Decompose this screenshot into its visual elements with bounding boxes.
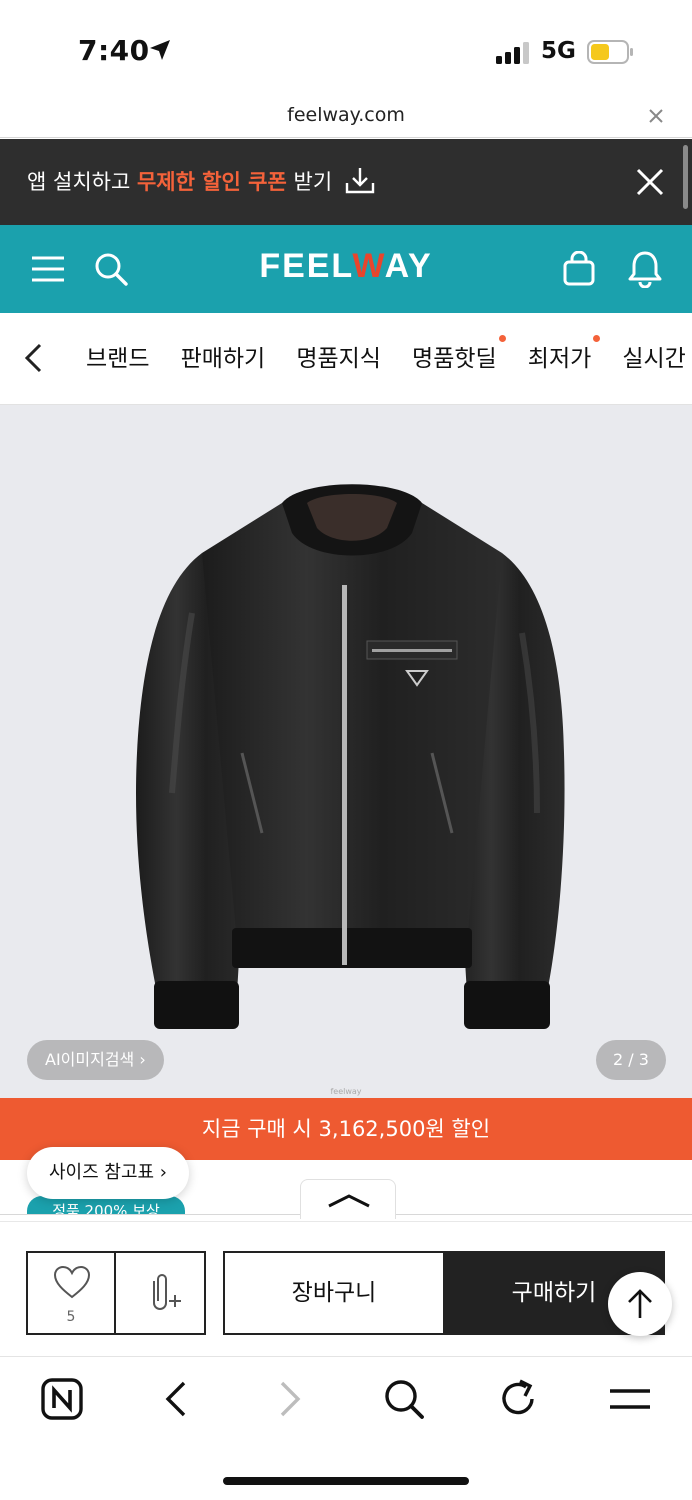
cart-button[interactable]: 장바구니 <box>223 1251 445 1335</box>
download-icon[interactable] <box>344 166 376 196</box>
chevron-right-icon[interactable] <box>268 1377 312 1421</box>
purchase-bar: 5 장바구니 구매하기 <box>0 1214 692 1356</box>
product-photo[interactable] <box>132 473 572 1037</box>
status-time: 7:40 <box>78 34 150 67</box>
banner-text-before: 앱 설치하고 <box>27 170 137 194</box>
scrollbar[interactable] <box>683 145 688 209</box>
url-domain[interactable]: feelway.com <box>0 104 692 126</box>
nav-item-label: 명품핫딜 <box>412 346 497 372</box>
like-button[interactable]: 5 <box>26 1251 116 1335</box>
site-header: FEELWAY <box>0 225 692 313</box>
logo-part: AY <box>384 247 433 285</box>
location-arrow-icon <box>150 40 170 60</box>
logo-w: W <box>352 247 385 285</box>
chevron-up-icon <box>328 1194 370 1208</box>
nav-item-label: 최저가 <box>527 346 592 372</box>
category-nav: 브랜드 판매하기 명품지식 명품핫딜 최저가 실시간 <box>0 313 692 405</box>
paperclip-icon <box>153 1274 181 1310</box>
chevron-left-icon[interactable] <box>22 342 44 374</box>
chevron-left-icon[interactable] <box>154 1377 198 1421</box>
like-count: 5 <box>66 1309 76 1325</box>
banner-text[interactable]: 앱 설치하고 무제한 할인 쿠폰 받기 <box>27 166 332 196</box>
heart-icon <box>53 1265 91 1299</box>
nav-item-lowest[interactable]: 최저가 <box>527 313 601 404</box>
scroll-to-top-button[interactable] <box>608 1272 672 1336</box>
nav-item-hotdeal[interactable]: 명품핫딜 <box>412 313 506 404</box>
nav-item-knowledge[interactable]: 명품지식 <box>296 313 381 404</box>
search-icon[interactable] <box>382 1377 426 1421</box>
home-indicator[interactable] <box>223 1477 469 1485</box>
refresh-icon[interactable] <box>496 1377 540 1421</box>
nav-item-brand[interactable]: 브랜드 <box>86 313 149 404</box>
app-install-banner[interactable]: 앱 설치하고 무제한 할인 쿠폰 받기 <box>0 139 692 225</box>
nav-item-sell[interactable]: 판매하기 <box>181 313 266 404</box>
watermark: feelway <box>330 1087 362 1096</box>
signal-icon <box>496 42 529 64</box>
nav-items: 브랜드 판매하기 명품지식 명품핫딜 최저가 실시간 <box>86 313 692 404</box>
bell-icon[interactable] <box>627 250 663 288</box>
close-icon[interactable] <box>635 167 665 197</box>
image-counter: 2 / 3 <box>596 1040 666 1080</box>
banner-highlight: 무제한 할인 쿠폰 <box>136 170 287 194</box>
browser-toolbar <box>0 1356 692 1500</box>
status-bar: 7:40 5G <box>0 0 692 96</box>
hamburger-icon[interactable] <box>608 1377 652 1421</box>
arrow-up-icon <box>628 1289 652 1318</box>
new-dot <box>593 335 601 342</box>
logo-part: FEEL <box>259 247 353 285</box>
size-chart-button[interactable]: 사이즈 참고표 › <box>27 1147 190 1199</box>
nav-item-realtime[interactable]: 실시간 <box>622 313 685 404</box>
product-image-carousel[interactable]: AI이미지검색 › 2 / 3 feelway <box>0 405 692 1098</box>
share-button[interactable] <box>114 1251 206 1335</box>
new-dot <box>498 335 506 342</box>
banner-text-after: 받기 <box>286 170 333 194</box>
ai-image-search-button[interactable]: AI이미지검색 › <box>27 1040 164 1080</box>
shopping-bag-icon[interactable] <box>562 251 596 287</box>
expand-tab[interactable] <box>300 1179 396 1219</box>
url-bar[interactable]: feelway.com <box>0 96 692 138</box>
close-icon[interactable] <box>648 108 664 124</box>
network-type: 5G <box>541 38 576 64</box>
battery-icon <box>587 40 633 64</box>
naver-icon[interactable] <box>40 1377 84 1421</box>
